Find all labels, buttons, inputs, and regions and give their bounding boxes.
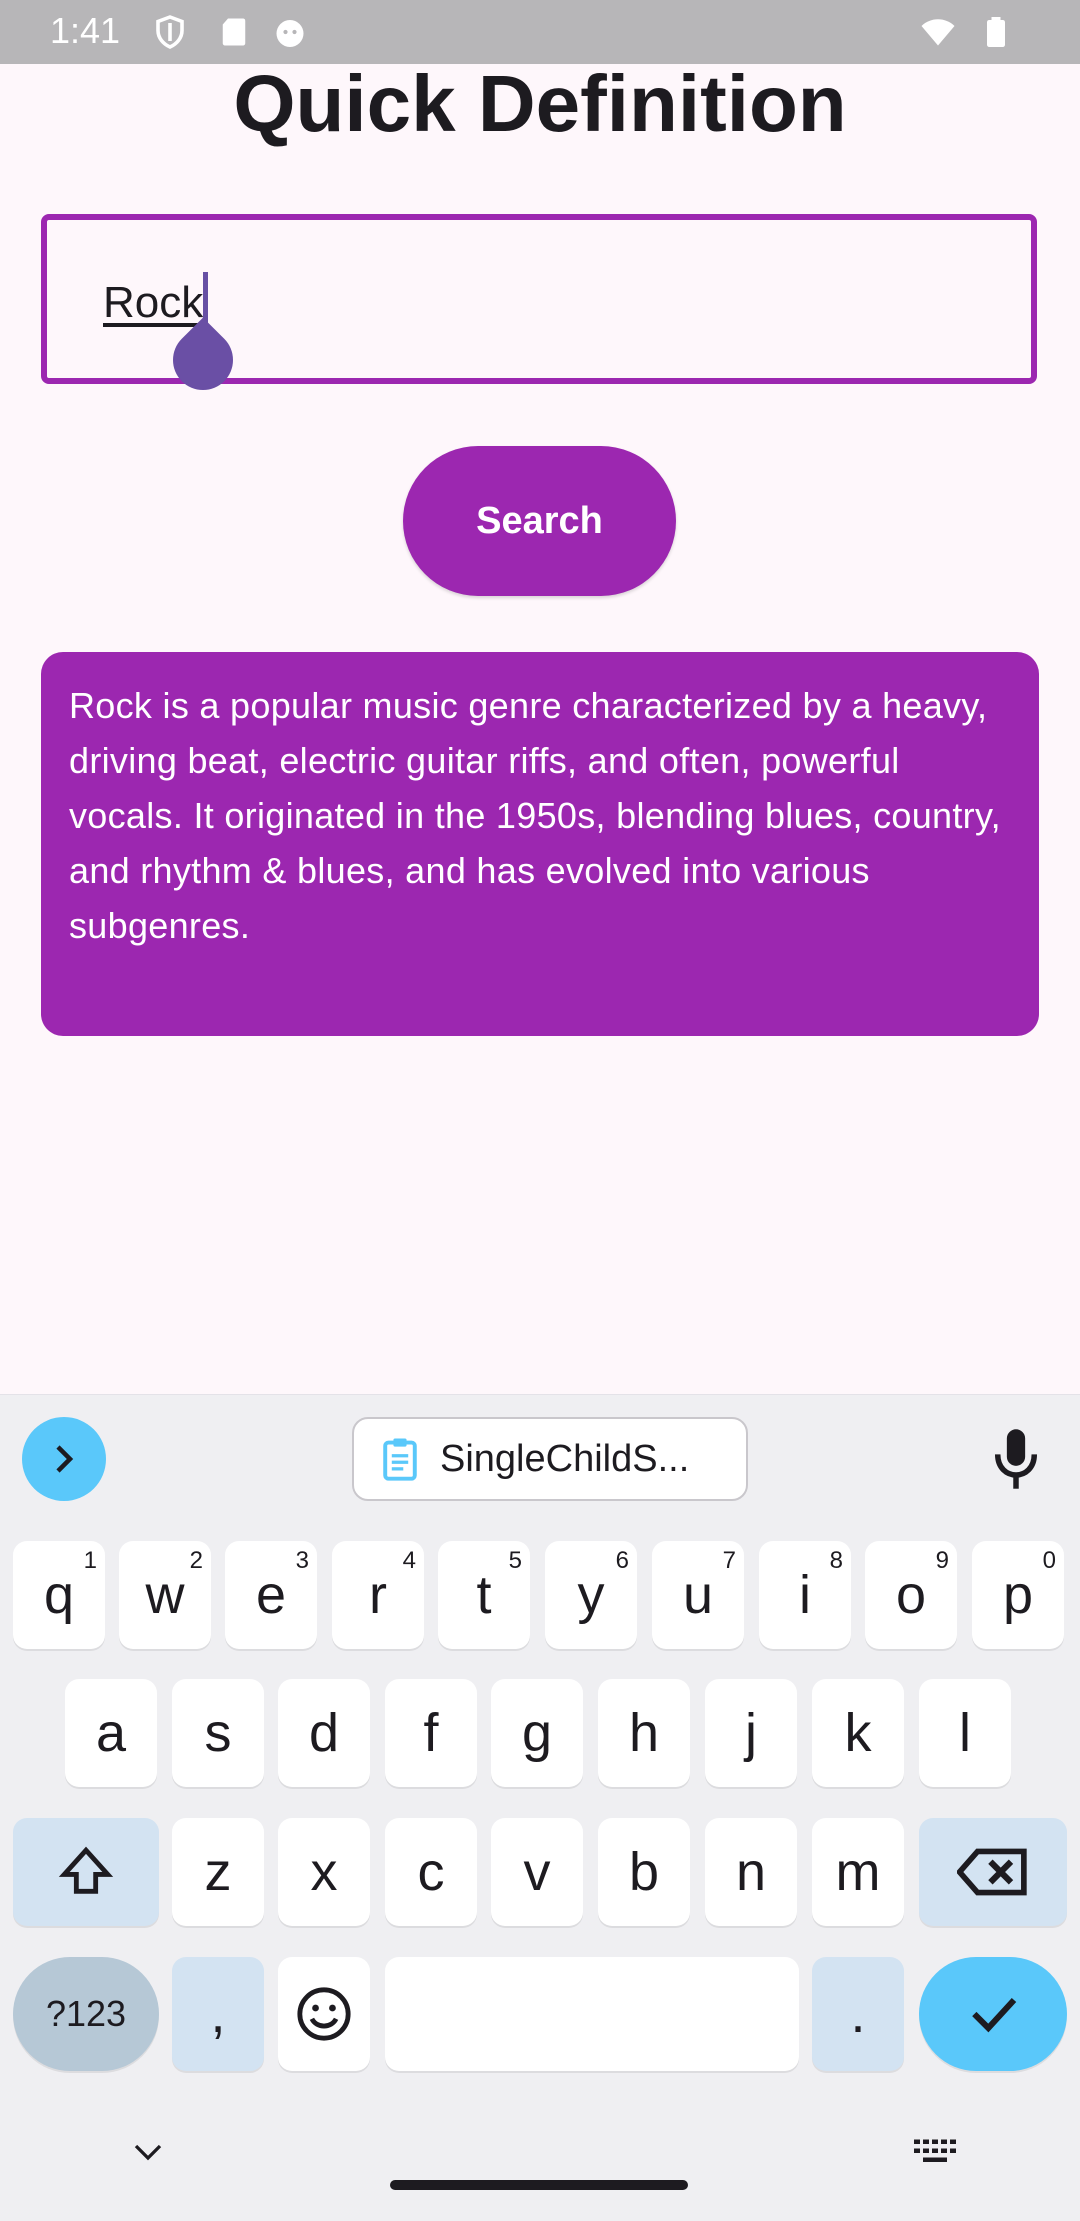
key-o[interactable]: o9 bbox=[865, 1541, 957, 1649]
key-t[interactable]: t5 bbox=[438, 1541, 530, 1649]
key-q[interactable]: q1 bbox=[13, 1541, 105, 1649]
keyboard-icon[interactable] bbox=[912, 2138, 958, 2168]
key-x[interactable]: x bbox=[278, 1818, 370, 1926]
key-v[interactable]: v bbox=[491, 1818, 583, 1926]
checkmark-icon bbox=[972, 1997, 1017, 2033]
microphone-icon[interactable] bbox=[988, 1427, 1044, 1491]
key-z[interactable]: z bbox=[172, 1818, 264, 1926]
wifi-icon bbox=[921, 19, 955, 46]
space-bar[interactable] bbox=[385, 1957, 799, 2071]
keyboard-expand-button[interactable] bbox=[22, 1417, 106, 1501]
key-l[interactable]: l bbox=[919, 1679, 1011, 1787]
symbols-key[interactable]: ?123 bbox=[13, 1957, 159, 2071]
key-a[interactable]: a bbox=[65, 1679, 157, 1787]
backspace-icon bbox=[957, 1848, 1027, 1896]
shield-icon bbox=[156, 15, 184, 49]
cursor-handle[interactable] bbox=[160, 317, 246, 403]
emoji-key[interactable] bbox=[278, 1957, 370, 2071]
key-b[interactable]: b bbox=[598, 1818, 690, 1926]
key-e[interactable]: e3 bbox=[225, 1541, 317, 1649]
key-p[interactable]: p0 bbox=[972, 1541, 1064, 1649]
key-n[interactable]: n bbox=[705, 1818, 797, 1926]
soft-keyboard: SingleChildS... bbox=[0, 1394, 1080, 2221]
battery-icon bbox=[987, 17, 1005, 47]
android-face-icon bbox=[276, 20, 304, 47]
page-title: Quick Definition bbox=[233, 59, 847, 148]
shift-icon bbox=[58, 1846, 114, 1894]
key-d[interactable]: d bbox=[278, 1679, 370, 1787]
key-c[interactable]: c bbox=[385, 1818, 477, 1926]
definition-card: Rock is a popular music genre characteri… bbox=[41, 652, 1039, 1036]
status-time: 1:41 bbox=[50, 10, 121, 51]
enter-key[interactable] bbox=[919, 1957, 1067, 2071]
backspace-key[interactable] bbox=[919, 1818, 1067, 1926]
clipboard-suggestion-chip[interactable]: SingleChildS... bbox=[352, 1417, 748, 1501]
input-value[interactable]: Rock bbox=[103, 278, 203, 328]
shift-key[interactable] bbox=[13, 1818, 159, 1926]
word-input[interactable]: Rock bbox=[41, 214, 1037, 403]
key-k[interactable]: k bbox=[812, 1679, 904, 1787]
key-i[interactable]: i8 bbox=[759, 1541, 851, 1649]
key-r[interactable]: r4 bbox=[332, 1541, 424, 1649]
clipboard-suggestion-text: SingleChildS... bbox=[440, 1437, 690, 1480]
key-y[interactable]: y6 bbox=[545, 1541, 637, 1649]
status-bar: 1:41 bbox=[0, 0, 1080, 64]
key-s[interactable]: s bbox=[172, 1679, 264, 1787]
chevron-down-icon[interactable] bbox=[130, 2140, 166, 2164]
gesture-nav-handle[interactable] bbox=[390, 2180, 688, 2190]
search-button[interactable]: Search bbox=[403, 446, 676, 596]
key-g[interactable]: g bbox=[491, 1679, 583, 1787]
sd-card-icon bbox=[222, 18, 246, 46]
key-j[interactable]: j bbox=[705, 1679, 797, 1787]
key-w[interactable]: w2 bbox=[119, 1541, 211, 1649]
key-u[interactable]: u7 bbox=[652, 1541, 744, 1649]
emoji-icon bbox=[297, 1987, 351, 2041]
clipboard-icon bbox=[383, 1438, 417, 1481]
definition-text: Rock is a popular music genre characteri… bbox=[69, 685, 1001, 946]
comma-key[interactable]: , bbox=[172, 1957, 264, 2071]
key-m[interactable]: m bbox=[812, 1818, 904, 1926]
key-f[interactable]: f bbox=[385, 1679, 477, 1787]
period-key[interactable]: . bbox=[812, 1957, 904, 2071]
key-h[interactable]: h bbox=[598, 1679, 690, 1787]
chevron-right-icon bbox=[56, 1445, 74, 1473]
